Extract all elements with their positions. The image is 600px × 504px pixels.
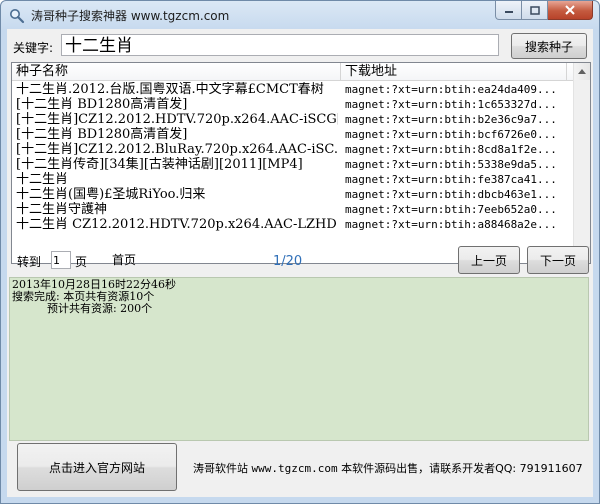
client-area: 关键字: 十二生肖 搜索种子 种子名称 下载地址 十二生肖.2012.台版.国粤… xyxy=(7,29,593,497)
close-icon xyxy=(565,5,575,15)
log-line: 预计共有资源: 200个 xyxy=(12,302,153,315)
maximize-icon xyxy=(529,5,540,15)
table-row[interactable]: [十二生肖传奇][34集][古装神话剧][2011][MP4] magnet:?x… xyxy=(12,157,572,172)
maximize-button[interactable] xyxy=(522,1,548,20)
footer-info: 涛哥软件站 www.tgzcm.com 本软件源码出售，请联系开发者QQ: 79… xyxy=(193,460,583,476)
footer-prefix: 涛哥软件站 xyxy=(193,462,248,475)
table-row[interactable]: [十二生肖]CZ12.2012.BluRay.720p.x264.AAC-iSC… xyxy=(12,142,572,157)
table-row[interactable]: 十二生肖(国粤)£圣城RiYoo.归来 magnet:?xt=urn:btih:d… xyxy=(12,187,572,202)
search-button[interactable]: 搜索种子 xyxy=(511,33,587,59)
window-title: 涛哥种子搜索神器 www.tgzcm.com xyxy=(31,9,230,23)
torrent-name: 十二生肖(国粤)£圣城RiYoo.归来 xyxy=(16,187,206,202)
magnet-link: magnet:?xt=urn:btih:ea24da409... xyxy=(345,83,557,96)
close-button[interactable] xyxy=(548,1,593,20)
torrent-name: [十二生肖 BD1280高清首发] xyxy=(16,127,188,142)
page-indicator: 1/20 xyxy=(273,254,303,269)
table-header: 种子名称 下载地址 xyxy=(12,63,590,81)
table-row[interactable]: [十二生肖 BD1280高清首发] magnet:?xt=urn:btih:1c6… xyxy=(12,97,572,112)
results-table: 种子名称 下载地址 十二生肖.2012.台版.国粤双语.中文字幕£CMCT春树 m… xyxy=(11,62,591,264)
table-body: 十二生肖.2012.台版.国粤双语.中文字幕£CMCT春树 magnet:?xt=… xyxy=(12,82,572,232)
minimize-button[interactable] xyxy=(495,1,522,20)
keyword-input[interactable]: 十二生肖 xyxy=(61,34,499,56)
magnet-link: magnet:?xt=urn:btih:7eeb652a0... xyxy=(345,203,557,216)
vertical-scrollbar[interactable] xyxy=(573,63,590,263)
magnet-link: magnet:?xt=urn:btih:1c653327d... xyxy=(345,98,557,111)
table-row[interactable]: 十二生肖.2012.台版.国粤双语.中文字幕£CMCT春树 magnet:?xt=… xyxy=(12,82,572,97)
page-number-input[interactable]: 1 xyxy=(51,251,71,269)
torrent-name: 十二生肖.2012.台版.国粤双语.中文字幕£CMCT春树 xyxy=(16,82,324,97)
app-window: 涛哥种子搜索神器 www.tgzcm.com 关键字: 十二生肖 搜索种子 种子… xyxy=(0,0,600,504)
official-site-button[interactable]: 点击进入官方网站 xyxy=(17,443,177,491)
minimize-icon xyxy=(504,11,513,13)
table-row[interactable]: [十二生肖]CZ12.2012.HDTV.720p.x264.AAC-iSCG[… xyxy=(12,112,572,127)
page-unit-label: 页 xyxy=(75,255,88,269)
magnet-link: magnet:?xt=urn:btih:8cd8a1f2e... xyxy=(345,143,557,156)
magnifier-app-icon xyxy=(10,9,25,24)
magnet-link: magnet:?xt=urn:btih:5338e9da5... xyxy=(345,158,557,171)
prev-page-button[interactable]: 上一页 xyxy=(458,246,520,274)
footer-url: www.tgzcm.com xyxy=(251,462,338,475)
first-page-button[interactable]: 首页 xyxy=(99,246,149,272)
torrent-name: [十二生肖]CZ12.2012.BluRay.720p.x264.AAC-iSC… xyxy=(16,142,338,157)
magnet-link: magnet:?xt=urn:btih:a88468a2e... xyxy=(345,218,557,231)
column-header-name[interactable]: 种子名称 xyxy=(12,63,341,80)
scroll-up-button[interactable] xyxy=(574,63,590,80)
table-row[interactable]: 十二生肖 magnet:?xt=urn:btih:fe387ca41... xyxy=(12,172,572,187)
torrent-name: 十二生肖 xyxy=(16,172,69,187)
next-page-button[interactable]: 下一页 xyxy=(527,246,589,274)
footer-suffix: 本软件源码出售，请联系开发者QQ: 791911607 xyxy=(341,462,583,475)
arrow-up-icon xyxy=(578,69,586,74)
magnet-link: magnet:?xt=urn:btih:b2e36c9a7... xyxy=(345,113,557,126)
torrent-name: 十二生肖守護神 xyxy=(16,202,108,217)
status-log: 2013年10月28日16时22分46秒 搜索完成: 本页共有资源10个 预计共… xyxy=(9,277,589,441)
magnet-link: magnet:?xt=urn:btih:fe387ca41... xyxy=(345,173,557,186)
magnet-link: magnet:?xt=urn:btih:bcf6726e0... xyxy=(345,128,557,141)
torrent-name: [十二生肖 BD1280高清首发] xyxy=(16,97,188,112)
column-header-link[interactable]: 下载地址 xyxy=(341,63,567,80)
torrent-name: [十二生肖传奇][34集][古装神话剧][2011][MP4] xyxy=(16,157,303,172)
goto-label: 转到 xyxy=(17,255,42,269)
table-row[interactable]: [十二生肖 BD1280高清首发] magnet:?xt=urn:btih:bcf… xyxy=(12,127,572,142)
table-row[interactable]: 十二生肖 CZ12.2012.HDTV.720p.x264.AAC-LZHD ma… xyxy=(12,217,572,232)
window-controls xyxy=(495,1,593,20)
title-bar[interactable]: 涛哥种子搜索神器 www.tgzcm.com xyxy=(1,1,599,29)
table-row[interactable]: 十二生肖守護神 magnet:?xt=urn:btih:7eeb652a0... xyxy=(12,202,572,217)
magnet-link: magnet:?xt=urn:btih:dbcb463e1... xyxy=(345,188,557,201)
keyword-label: 关键字: xyxy=(13,41,54,55)
torrent-name: 十二生肖 CZ12.2012.HDTV.720p.x264.AAC-LZHD xyxy=(16,217,337,232)
torrent-name: [十二生肖]CZ12.2012.HDTV.720p.x264.AAC-iSCG[… xyxy=(16,112,338,127)
